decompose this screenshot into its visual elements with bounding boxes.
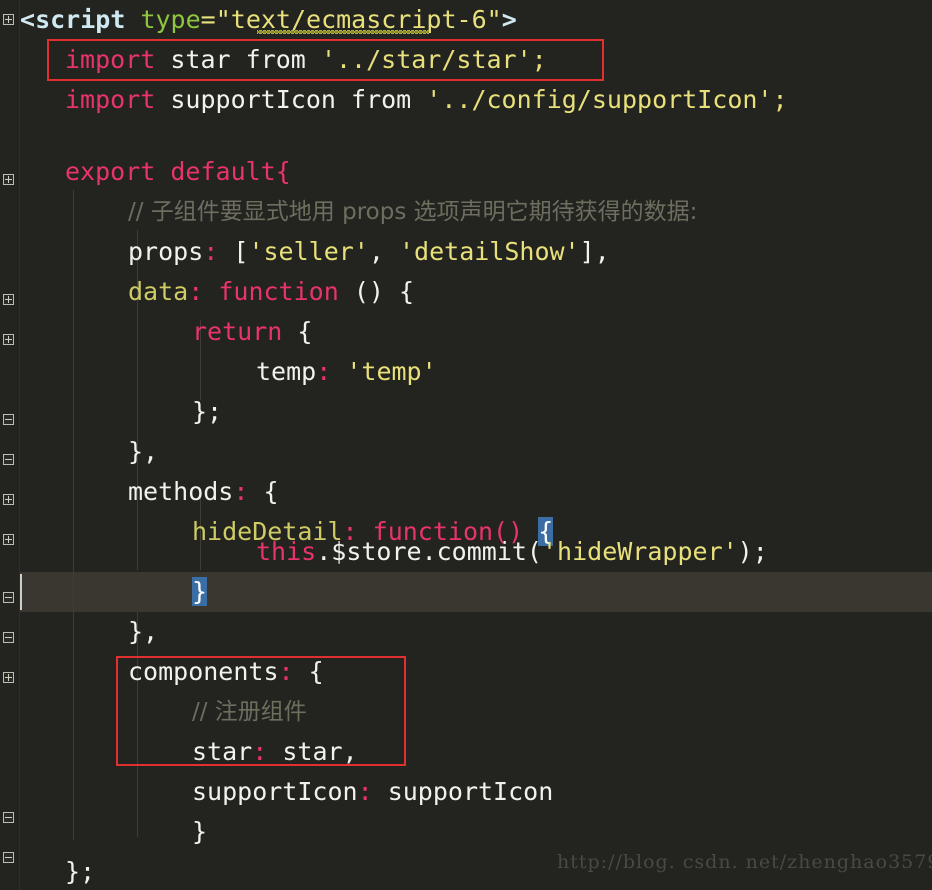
fold-marker-icon[interactable] xyxy=(3,812,14,823)
spellcheck-squiggle xyxy=(257,30,429,34)
fold-marker-icon[interactable] xyxy=(3,592,14,603)
code-line[interactable]: data: function () { xyxy=(128,272,414,312)
colon: : xyxy=(278,657,294,686)
code-line[interactable]: <script type="text/ecmascript-6"> xyxy=(20,0,517,40)
code-editor-screenshot: <script type="text/ecmascript-6"> import… xyxy=(0,0,932,890)
colon: : xyxy=(316,357,332,386)
fold-marker-icon[interactable] xyxy=(3,454,14,465)
string-hidewrapper: 'hideWrapper' xyxy=(542,537,738,566)
brace-close-comma: }, xyxy=(128,437,159,466)
keyword-default: default{ xyxy=(170,157,291,186)
brace-close-semicolon: }; xyxy=(65,857,96,886)
key-star: star xyxy=(192,737,253,766)
comma: , xyxy=(368,237,399,266)
code-line[interactable]: } xyxy=(192,812,207,852)
brace-close-comma: }, xyxy=(128,617,159,646)
array-close: ], xyxy=(579,237,610,266)
code-line-current[interactable]: } xyxy=(192,572,208,612)
colon: : xyxy=(252,737,268,766)
semicolon: ; xyxy=(772,85,788,114)
keyword-return: return xyxy=(192,317,283,346)
identifier-supporticon: supportIcon xyxy=(170,85,336,114)
code-line[interactable]: }, xyxy=(128,432,158,472)
key-components: components xyxy=(128,657,279,686)
store-commit-call: .$store.commit( xyxy=(316,537,542,566)
fold-marker-icon[interactable] xyxy=(3,294,14,305)
string-seller: 'seller' xyxy=(248,237,369,266)
brace-open: { xyxy=(308,657,324,686)
array-open: [ xyxy=(233,237,249,266)
code-line-comment[interactable]: // 注册组件 xyxy=(192,692,307,732)
semicolon: ; xyxy=(531,45,547,74)
props-comment-text: // 子组件要显式地用 props 选项声明它期待获得的数据: xyxy=(128,199,698,225)
code-line[interactable]: this.$store.commit('hideWrapper'); xyxy=(256,532,768,572)
watermark-url: http://blog. csdn. net/zhenghao35791 xyxy=(557,851,932,873)
editor-gutter[interactable] xyxy=(0,0,20,890)
code-line[interactable]: methods: { xyxy=(128,472,279,512)
code-content[interactable]: <script type="text/ecmascript-6"> import… xyxy=(20,0,932,890)
colon: : xyxy=(188,277,204,306)
brace-close: } xyxy=(192,817,208,846)
string-temp: 'temp' xyxy=(346,357,437,386)
module-path-supporticon: '../config/supportIcon' xyxy=(426,85,773,114)
keyword-this: this xyxy=(256,537,317,566)
tag-close-bracket: > xyxy=(501,5,517,34)
key-data: data xyxy=(128,277,189,306)
code-line[interactable]: props: ['seller', 'detailShow'], xyxy=(128,232,610,272)
code-line[interactable]: temp: 'temp' xyxy=(256,352,437,392)
code-line[interactable]: supportIcon: supportIcon xyxy=(192,772,553,812)
code-line[interactable]: import supportIcon from '../config/suppo… xyxy=(65,80,788,120)
value-supporticon: supportIcon xyxy=(387,777,554,806)
code-line[interactable]: }; xyxy=(65,852,95,890)
keyword-from: from xyxy=(245,45,306,74)
keyword-import: import xyxy=(65,45,156,74)
paren-brace: () { xyxy=(353,277,415,306)
fold-marker-icon[interactable] xyxy=(3,334,14,345)
keyword-function: function xyxy=(218,277,339,306)
code-line-comment[interactable]: // 子组件要显式地用 props 选项声明它期待获得的数据: xyxy=(128,192,697,232)
module-path-star: '../star/star' xyxy=(320,45,532,74)
brace-open: { xyxy=(297,317,313,346)
fold-marker-icon[interactable] xyxy=(3,852,14,863)
colon: : xyxy=(357,777,373,806)
string-detailshow: 'detailShow' xyxy=(398,237,580,266)
brace-open: { xyxy=(263,477,279,506)
brace-close-semicolon: }; xyxy=(192,397,223,426)
code-line[interactable]: return { xyxy=(192,312,312,352)
code-line[interactable]: }, xyxy=(128,612,158,652)
tag-open-bracket: < xyxy=(20,5,36,34)
fold-marker-icon[interactable] xyxy=(3,14,14,25)
keyword-from: from xyxy=(351,85,412,114)
keyword-import: import xyxy=(65,85,156,114)
code-line[interactable]: components: { xyxy=(128,652,324,692)
key-supporticon: supportIcon xyxy=(192,777,358,806)
code-line[interactable]: star: star, xyxy=(192,732,358,772)
script-tag-name: script xyxy=(35,5,126,34)
identifier-star: star xyxy=(170,45,231,74)
keyword-export: export xyxy=(65,157,156,186)
fold-marker-icon[interactable] xyxy=(3,672,14,683)
key-methods: methods xyxy=(128,477,234,506)
fold-marker-icon[interactable] xyxy=(3,632,14,643)
fold-marker-icon[interactable] xyxy=(3,414,14,425)
matching-brace-close: } xyxy=(192,577,208,606)
attr-type-name: type xyxy=(140,5,201,34)
register-comment-text: // 注册组件 xyxy=(192,699,307,725)
fold-marker-icon[interactable] xyxy=(3,174,14,185)
code-line[interactable]: }; xyxy=(192,392,222,432)
fold-marker-icon[interactable] xyxy=(3,534,14,545)
value-star: star, xyxy=(282,737,358,766)
paren-semicolon: ); xyxy=(737,537,768,566)
key-temp: temp xyxy=(256,357,317,386)
attr-equals: = xyxy=(200,5,216,34)
code-line[interactable]: import star from '../star/star'; xyxy=(65,40,547,80)
code-line[interactable]: export default{ xyxy=(65,152,291,192)
key-props: props xyxy=(128,237,204,266)
fold-marker-icon[interactable] xyxy=(3,494,14,505)
colon: : xyxy=(203,237,219,266)
colon: : xyxy=(233,477,249,506)
